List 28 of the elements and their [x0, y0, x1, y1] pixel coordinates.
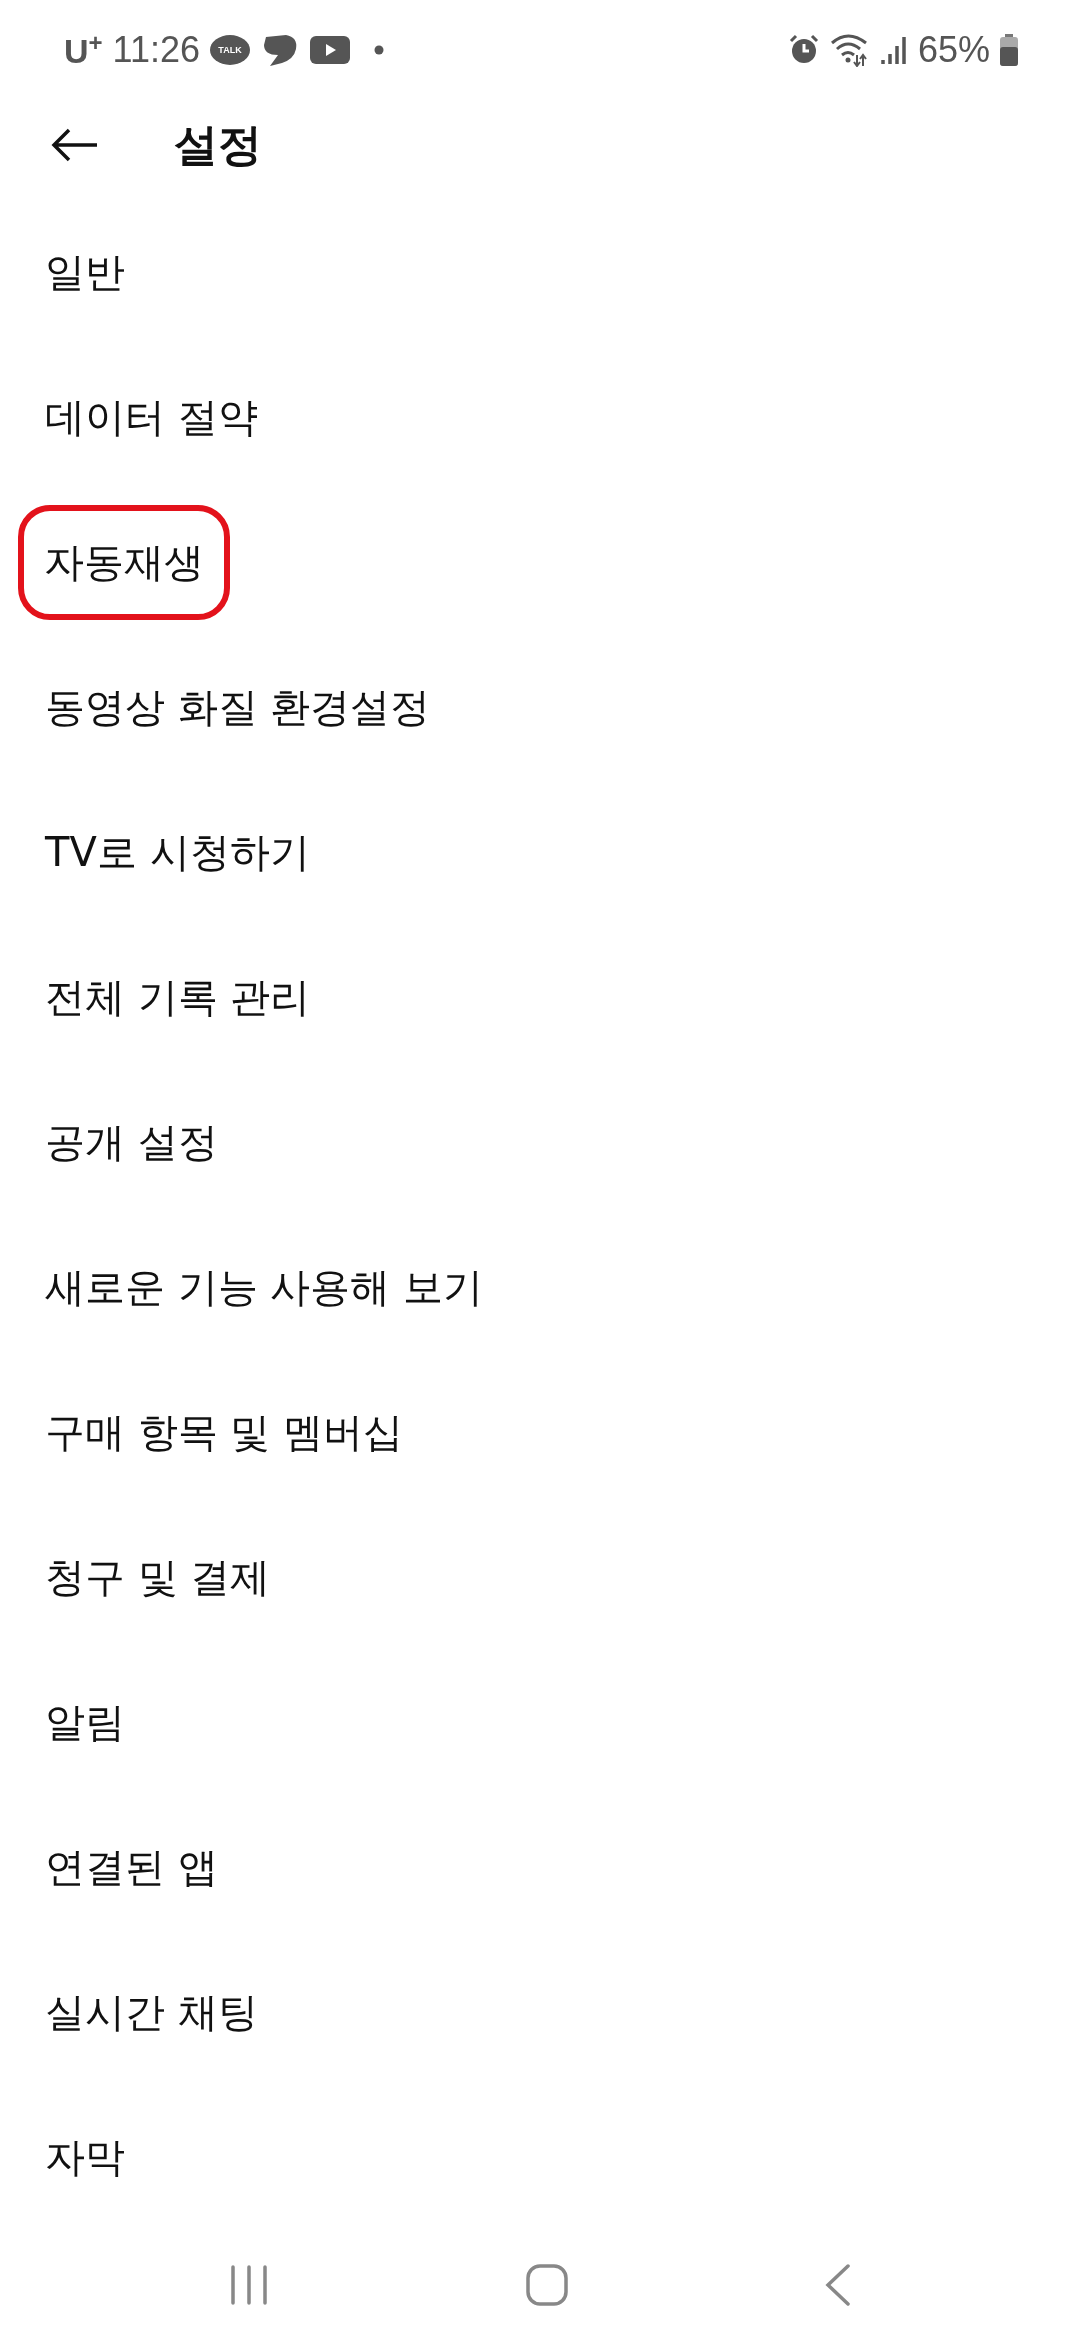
settings-item[interactable]: 새로운 기능 사용해 보기: [45, 1260, 484, 1315]
page-title: 설정: [174, 117, 262, 172]
wifi-icon: [829, 33, 870, 67]
settings-item[interactable]: 자막: [45, 2130, 125, 2185]
settings-item[interactable]: 구매 항목 및 멤버십: [45, 1405, 404, 1460]
settings-item[interactable]: 자동재생: [18, 505, 230, 620]
settings-item[interactable]: 연결된 앱: [45, 1840, 218, 1895]
home-icon[interactable]: [526, 2264, 568, 2306]
battery-icon: [1000, 34, 1018, 66]
alarm-icon: [787, 34, 820, 66]
settings-item[interactable]: 전체 기록 관리: [45, 970, 311, 1025]
settings-item[interactable]: 데이터 절약: [45, 390, 258, 445]
settings-item[interactable]: 동영상 화질 환경설정: [45, 680, 431, 735]
settings-item[interactable]: 청구 및 결제: [45, 1550, 271, 1605]
chat-bubble-icon: TALK: [210, 35, 250, 65]
dot-icon: [374, 45, 384, 55]
settings-item[interactable]: 공개 설정: [45, 1115, 218, 1170]
signal-icon: [879, 34, 908, 66]
back-icon[interactable]: [825, 2264, 852, 2306]
settings-item[interactable]: TV로 시청하기: [45, 825, 310, 880]
recent-apps-icon[interactable]: [228, 2265, 269, 2305]
settings-item[interactable]: 일반: [45, 245, 125, 300]
carrier-label: U$^{+}$: [64, 28, 103, 72]
settings-item[interactable]: 실시간 채팅: [45, 1985, 258, 2040]
battery-percent: 65%: [917, 29, 990, 71]
settings-item[interactable]: 알림: [45, 1695, 125, 1750]
play-icon: [310, 36, 350, 64]
clock: 11:26: [112, 29, 200, 71]
